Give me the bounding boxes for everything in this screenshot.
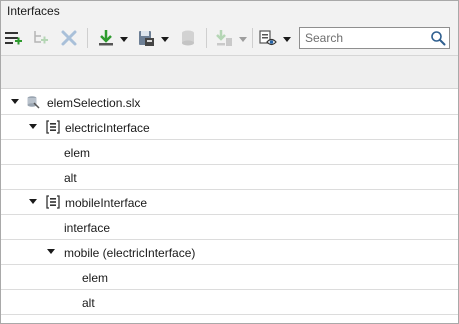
save-dictionary-icon bbox=[136, 28, 156, 48]
add-interface-icon bbox=[3, 28, 23, 48]
chevron-down-icon bbox=[120, 31, 128, 45]
tree-item-label: interface bbox=[64, 221, 111, 235]
apply-dropdown[interactable] bbox=[237, 26, 249, 50]
chevron-down-icon bbox=[239, 31, 247, 45]
tree-item-label: mobile (electricInterface) bbox=[64, 246, 196, 260]
expand-triangle-icon[interactable] bbox=[29, 199, 37, 204]
view-options-dropdown[interactable] bbox=[281, 26, 293, 50]
tree-item-label: electricInterface bbox=[65, 121, 150, 135]
apply-interface-button[interactable] bbox=[213, 26, 235, 50]
expand-triangle-icon[interactable] bbox=[47, 249, 55, 254]
tree-row-element[interactable]: interface bbox=[1, 215, 458, 240]
column-header-band bbox=[1, 55, 458, 89]
interface-icon bbox=[46, 195, 60, 209]
import-icon bbox=[96, 28, 116, 48]
apply-interface-icon bbox=[214, 28, 234, 48]
tree-item-label: elem bbox=[82, 271, 109, 285]
save-dictionary-button[interactable] bbox=[135, 26, 157, 50]
tree-item-label: mobileInterface bbox=[65, 196, 148, 210]
tree-row-element[interactable]: elem bbox=[1, 140, 458, 165]
add-element-icon bbox=[31, 28, 51, 48]
search-input[interactable] bbox=[300, 28, 428, 48]
search-box[interactable] bbox=[299, 27, 450, 49]
add-element-button[interactable] bbox=[30, 26, 52, 50]
tree-item-label: elem bbox=[64, 146, 91, 160]
search-icon[interactable] bbox=[430, 30, 446, 46]
view-options-icon bbox=[258, 28, 278, 48]
import-dropdown[interactable] bbox=[118, 26, 130, 50]
database-icon bbox=[178, 28, 198, 48]
chevron-down-icon bbox=[283, 31, 291, 45]
toolbar bbox=[1, 21, 458, 55]
tree-row-interface[interactable]: electricInterface bbox=[1, 115, 458, 140]
interface-icon bbox=[46, 120, 60, 134]
save-dropdown[interactable] bbox=[159, 26, 171, 50]
interfaces-panel: Interfaces Search elemSelection.slx elec… bbox=[0, 0, 459, 324]
tree-row-interface[interactable]: mobileInterface bbox=[1, 190, 458, 215]
tree-item-label: elemSelection.slx bbox=[47, 96, 141, 110]
tree-item-label: alt bbox=[64, 171, 77, 185]
import-button[interactable] bbox=[95, 26, 117, 50]
tree-row-element[interactable]: mobile (electricInterface) bbox=[1, 240, 458, 265]
expand-triangle-icon[interactable] bbox=[29, 124, 37, 129]
model-file-icon bbox=[26, 95, 40, 109]
view-options-button[interactable] bbox=[257, 26, 279, 50]
add-interface-button[interactable] bbox=[2, 26, 24, 50]
tree-row-element[interactable]: elem bbox=[1, 265, 458, 290]
toolbar-separator bbox=[206, 28, 207, 48]
toolbar-separator bbox=[252, 28, 253, 48]
panel-title: Interfaces bbox=[7, 4, 60, 18]
delete-button[interactable] bbox=[58, 26, 80, 50]
toolbar-separator bbox=[87, 28, 88, 48]
panel-title-bar: Interfaces bbox=[1, 1, 458, 21]
expand-triangle-icon[interactable] bbox=[11, 99, 19, 104]
tree-row-model[interactable]: elemSelection.slx bbox=[1, 90, 458, 115]
chevron-down-icon bbox=[161, 31, 169, 45]
tree-row-element[interactable]: alt bbox=[1, 165, 458, 190]
delete-icon bbox=[59, 28, 79, 48]
link-dictionary-button[interactable] bbox=[177, 26, 199, 50]
tree-item-label: alt bbox=[82, 296, 95, 310]
tree-row-element[interactable]: alt bbox=[1, 290, 458, 315]
